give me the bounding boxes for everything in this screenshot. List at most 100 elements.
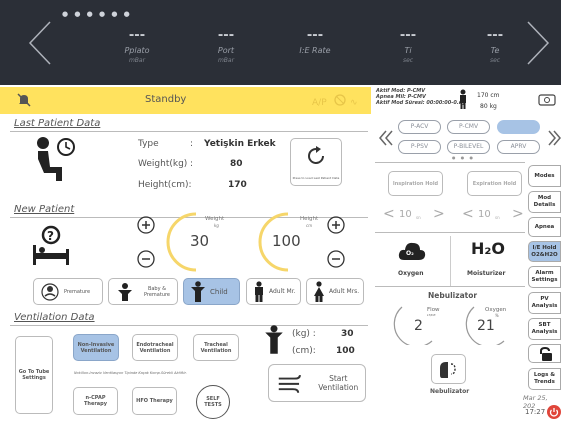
- endotracheal-button[interactable]: Endotracheal Ventilation: [132, 334, 178, 361]
- svg-text:∿: ∿: [350, 98, 358, 108]
- load-last-patient-button[interactable]: Press to Load Last Patient Data: [290, 138, 342, 186]
- nebulizer-button[interactable]: [431, 354, 466, 384]
- weight-label: Weight(kg): [138, 159, 188, 169]
- child-icon: [118, 282, 132, 301]
- new-height-value: 100: [272, 232, 301, 250]
- mode-aprv-button[interactable]: APRV: [497, 140, 540, 154]
- svg-text:?: ?: [47, 229, 54, 243]
- vent-cm-label: (cm):: [292, 346, 316, 356]
- mode-selected-button[interactable]: [497, 120, 540, 134]
- chevron-right-icon[interactable]: [522, 20, 552, 66]
- height-decrease-icon[interactable]: [327, 250, 345, 268]
- type-separator: :: [190, 139, 194, 149]
- side-modes-button[interactable]: Modes: [528, 165, 561, 187]
- patient-bed-question-icon: ?: [33, 225, 69, 265]
- status-weight: 80 kg: [480, 103, 497, 110]
- height-increase-icon[interactable]: [327, 216, 345, 234]
- param-ti: --- Ti sec: [399, 28, 417, 64]
- non-invasive-note: Not:Non-Invaziv Ventilasyon Tipinde Kaça…: [74, 371, 187, 375]
- side-ie-hold-button[interactable]: I/E Hold O2&H2O: [528, 241, 561, 262]
- page-indicator: ● ● ● ● ● ●: [62, 10, 132, 18]
- category-adult-mr-button[interactable]: Adult Mr.: [246, 278, 301, 305]
- expiration-hold-button[interactable]: Expiration Hold: [467, 171, 522, 196]
- inspiration-hold-stepper[interactable]: < 10 sn >: [383, 204, 448, 228]
- last-weight-value: 80: [230, 159, 243, 169]
- category-child-button[interactable]: Child: [183, 278, 240, 305]
- standby-bar[interactable]: Standby A/P ∿: [0, 87, 371, 114]
- new-patient-title: New Patient: [14, 204, 75, 215]
- status-icons: A/P ∿: [312, 94, 358, 108]
- height-gauge-unit: cm: [306, 223, 313, 228]
- mode-p-cmv-button[interactable]: P-CMV: [447, 120, 490, 134]
- standby-label: Standby: [145, 94, 187, 105]
- category-baby-premature-button[interactable]: Baby & Premature: [108, 278, 178, 305]
- chevron-left-icon[interactable]: [26, 20, 56, 66]
- mode-p-acv-button[interactable]: P-ACV: [398, 120, 441, 134]
- person-icon: [460, 89, 466, 109]
- moisturizer-label: Moisturizer: [467, 270, 506, 277]
- mode-p-psv-button[interactable]: P-PSV: [398, 140, 441, 154]
- weight-decrease-icon[interactable]: [137, 250, 155, 268]
- flow-value: 2: [414, 318, 423, 334]
- expiration-hold-stepper[interactable]: < 10 sn >: [462, 204, 527, 228]
- ncpap-therapy-button[interactable]: n-CPAP Therapy: [73, 387, 118, 415]
- nebulizer-title: Nebulizator: [428, 291, 478, 300]
- category-adult-mrs-button[interactable]: Adult Mrs.: [306, 278, 364, 305]
- screen-lock-icon[interactable]: [538, 94, 556, 106]
- power-icon[interactable]: [547, 405, 561, 419]
- time-text: 17:27: [525, 408, 546, 416]
- new-weight-value: 30: [190, 232, 210, 250]
- side-mod-details-button[interactable]: Mod Details: [528, 191, 561, 213]
- load-hint: Press to Load Last Patient Data: [292, 176, 340, 180]
- oxygen-symbol: O₂: [406, 250, 414, 257]
- reload-icon: [308, 146, 324, 164]
- param-ie-rate: --- I:E Rate: [299, 28, 331, 55]
- alarm-muted-icon[interactable]: [16, 92, 32, 108]
- weight-gauge-label: Weight: [205, 216, 225, 222]
- oxygen-gauge-unit: %: [495, 313, 499, 318]
- seated-patient-clock-icon: [37, 137, 75, 181]
- side-logs-trends-button[interactable]: Logs & Trends: [528, 368, 561, 390]
- non-invasive-button[interactable]: Non-Invasive Ventilation: [73, 334, 119, 361]
- tube-settings-button[interactable]: Go To Tube Settings: [15, 336, 53, 414]
- self-tests-button[interactable]: SELF TESTS: [196, 385, 230, 419]
- lock-icon: [539, 346, 552, 361]
- side-apnea-button[interactable]: Apnea: [528, 217, 561, 237]
- type-label: Type: [138, 139, 159, 149]
- mode-next-icon[interactable]: [547, 128, 561, 148]
- nebulizer-label: Nebulizator: [430, 388, 470, 395]
- param-port: --- Port mBar: [217, 28, 235, 64]
- divider: [375, 162, 525, 163]
- side-lock-button[interactable]: [528, 344, 561, 363]
- tracheal-button[interactable]: Tracheal Ventilation: [193, 334, 239, 361]
- ventilation-title: Ventilation Data: [14, 312, 95, 323]
- moisturizer-icon[interactable]: H₂O: [471, 239, 505, 258]
- mode-prev-icon[interactable]: [378, 128, 394, 148]
- start-ventilation-button[interactable]: Start Ventilation: [268, 364, 366, 402]
- woman-icon: [314, 280, 324, 302]
- weight-increase-icon[interactable]: [137, 216, 155, 234]
- last-patient-title: Last Patient Data: [14, 118, 101, 129]
- side-pv-analysis-button[interactable]: PV Analysis: [528, 292, 561, 314]
- category-premature-button[interactable]: Premature: [33, 278, 103, 305]
- divider: [375, 232, 525, 233]
- divider: [10, 131, 368, 132]
- status-height: 170 cm: [477, 92, 500, 99]
- divider: [375, 286, 525, 287]
- flow-unit: LT/DK: [427, 313, 436, 317]
- side-sbt-analysis-button[interactable]: SBT Analysis: [528, 318, 561, 340]
- vent-kg-label: (kg) :: [292, 329, 316, 339]
- divider: [10, 325, 368, 326]
- mode-p-bilevel-button[interactable]: P-BILEVEL: [447, 140, 490, 154]
- param-pplato: --- Pplato mBar: [124, 28, 150, 64]
- side-alarm-settings-button[interactable]: Alarm Settings: [528, 266, 561, 288]
- inspiration-hold-button[interactable]: Inspiration Hold: [388, 171, 443, 196]
- weight-gauge-unit: kg: [214, 223, 219, 228]
- parameter-bar: ● ● ● ● ● ● --- Pplato mBar --- Port mBar --…: [0, 0, 561, 85]
- oxygen-label: Oxygen: [398, 270, 424, 277]
- baby-icon: [41, 282, 59, 301]
- hfo-therapy-button[interactable]: HFO Therapy: [132, 387, 177, 415]
- wind-icon: [278, 374, 301, 393]
- height-gauge-label: Height: [300, 216, 319, 222]
- vent-kg-value: 30: [341, 329, 354, 339]
